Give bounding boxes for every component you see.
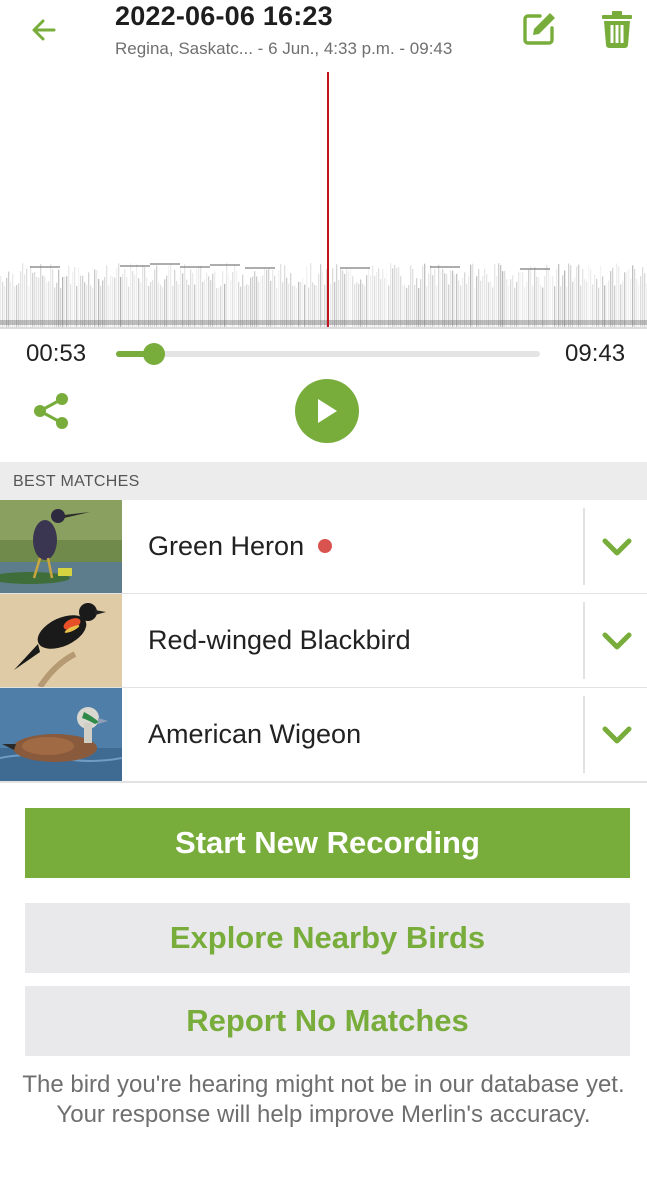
match-row-red-winged-blackbird[interactable]: Red-winged Blackbird <box>0 594 647 689</box>
expand-button[interactable] <box>586 688 647 781</box>
current-time: 00:53 <box>26 340 87 367</box>
bird-photo-green-heron <box>0 500 122 593</box>
edit-icon <box>523 13 555 45</box>
spectrogram-baseline <box>0 327 647 329</box>
recording-title: 2022-06-06 16:23 <box>115 1 333 31</box>
play-button[interactable] <box>295 379 359 443</box>
best-matches-header: BEST MATCHES <box>0 462 647 500</box>
expand-button[interactable] <box>586 594 647 687</box>
header: 2022-06-06 16:23 Regina, Saskatc... - 6 … <box>0 0 647 66</box>
match-name: American Wigeon <box>148 719 362 749</box>
delete-button[interactable] <box>596 8 638 50</box>
row-divider <box>583 602 585 679</box>
row-divider <box>583 696 585 773</box>
match-name: Green Heron <box>148 531 333 562</box>
row-divider <box>583 508 585 585</box>
recording-screen: 2022-06-06 16:23 Regina, Saskatc... - 6 … <box>0 0 647 1200</box>
match-row-american-wigeon[interactable]: American Wigeon <box>0 688 647 783</box>
edit-button[interactable] <box>518 8 560 50</box>
explore-nearby-birds-button[interactable]: Explore Nearby Birds <box>25 903 630 973</box>
recording-subtitle: Regina, Saskatc... - 6 Jun., 4:33 p.m. -… <box>115 39 453 58</box>
seek-bar[interactable] <box>116 351 540 357</box>
row-separator <box>0 781 647 783</box>
report-no-matches-button[interactable]: Report No Matches <box>25 986 630 1056</box>
playhead-line <box>327 72 329 328</box>
bird-photo-american-wigeon <box>0 688 122 781</box>
best-matches-label: BEST MATCHES <box>13 473 140 490</box>
chevron-down-icon <box>602 632 631 649</box>
chevron-down-icon <box>602 726 631 743</box>
play-icon <box>318 399 337 423</box>
expand-button[interactable] <box>586 500 647 593</box>
bird-photo-red-winged-blackbird <box>0 594 122 687</box>
match-row-green-heron[interactable]: Green Heron <box>0 500 647 595</box>
match-name: Red-winged Blackbird <box>148 625 411 655</box>
spectrogram[interactable] <box>0 70 647 328</box>
share-icon <box>34 393 68 429</box>
back-button[interactable] <box>24 10 64 50</box>
total-time: 09:43 <box>565 340 626 367</box>
chevron-down-icon <box>602 538 631 555</box>
spectrogram-image <box>0 263 647 328</box>
share-button[interactable] <box>28 388 74 434</box>
footnote-text: The bird you're hearing might not be in … <box>22 1071 625 1128</box>
start-new-recording-button[interactable]: Start New Recording <box>25 808 630 878</box>
back-arrow-icon <box>32 19 56 41</box>
new-species-indicator <box>318 538 333 553</box>
trash-icon <box>602 11 632 48</box>
seek-bar-thumb[interactable] <box>143 343 166 365</box>
